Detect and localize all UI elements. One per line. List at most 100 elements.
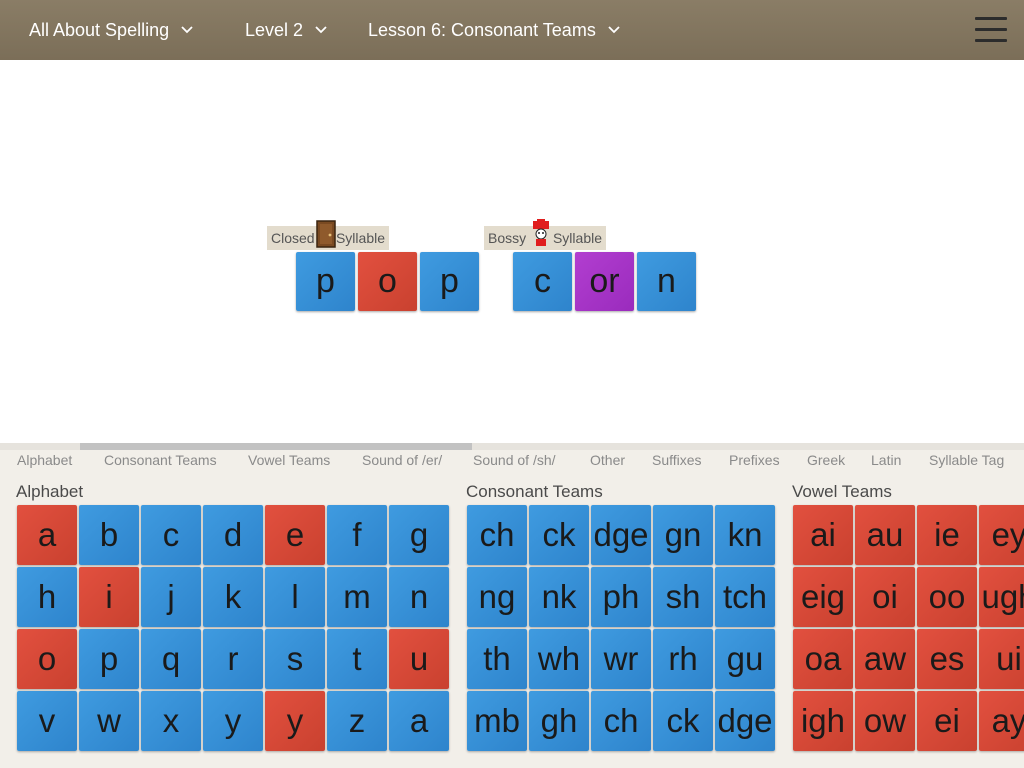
letter-tile-text: j [167, 578, 175, 615]
menu-icon[interactable] [975, 17, 1007, 43]
letter-tile[interactable]: f [327, 505, 387, 565]
consonant-team-tile[interactable]: nk [529, 567, 589, 627]
letter-tile[interactable]: b [79, 505, 139, 565]
letter-tile[interactable]: m [327, 567, 387, 627]
consonant-team-tile[interactable]: tch [715, 567, 775, 627]
horizontal-scrollbar[interactable] [0, 443, 1024, 450]
consonant-team-tile-text: ch [479, 516, 515, 553]
letter-tile[interactable]: l [265, 567, 325, 627]
letter-tile[interactable]: v [17, 691, 77, 751]
tab-vowel-teams[interactable]: Vowel Teams [248, 452, 330, 468]
consonant-team-tile[interactable]: gh [529, 691, 589, 751]
tab-syllable-tag[interactable]: Syllable Tag [929, 452, 1004, 468]
vowel-team-tile[interactable]: ay [979, 691, 1024, 751]
consonant-team-tile[interactable]: wh [529, 629, 589, 689]
vowel-team-tile[interactable]: ui [979, 629, 1024, 689]
tab-latin[interactable]: Latin [871, 452, 901, 468]
letter-tile[interactable]: q [141, 629, 201, 689]
word-tile[interactable]: c [513, 252, 572, 311]
vowel-team-tile[interactable]: ey [979, 505, 1024, 565]
consonant-team-tile[interactable]: gn [653, 505, 713, 565]
tab-consonant-teams[interactable]: Consonant Teams [104, 452, 217, 468]
vowel-team-tile[interactable]: igh [793, 691, 853, 751]
letter-tile[interactable]: g [389, 505, 449, 565]
word-tile[interactable]: o [358, 252, 417, 311]
letter-tile[interactable]: r [203, 629, 263, 689]
letter-tile[interactable]: n [389, 567, 449, 627]
word-tile[interactable]: p [420, 252, 479, 311]
consonant-team-tile[interactable]: kn [715, 505, 775, 565]
letter-tile-text: x [162, 702, 180, 739]
word-tile[interactable]: n [637, 252, 696, 311]
tab-greek[interactable]: Greek [807, 452, 845, 468]
tab-prefixes[interactable]: Prefixes [729, 452, 780, 468]
section-title-alphabet: Alphabet [16, 482, 84, 501]
word-tile[interactable]: p [296, 252, 355, 311]
letter-tile[interactable]: e [265, 505, 325, 565]
vowel-team-tile[interactable]: ai [793, 505, 853, 565]
letter-tile[interactable]: s [265, 629, 325, 689]
lesson-dropdown[interactable]: Lesson 6: Consonant Teams [368, 0, 622, 60]
level-dropdown[interactable]: Level 2 [245, 0, 329, 60]
letter-tile[interactable]: y [203, 691, 263, 751]
vowel-team-tile[interactable]: oi [855, 567, 915, 627]
letter-tile[interactable]: d [203, 505, 263, 565]
letter-tile[interactable]: z [327, 691, 387, 751]
letter-tile[interactable]: a [17, 505, 77, 565]
tab-other[interactable]: Other [590, 452, 625, 468]
tab-sound-of-sh[interactable]: Sound of /sh/ [473, 452, 556, 468]
consonant-team-tile[interactable]: sh [653, 567, 713, 627]
letter-tile[interactable]: h [17, 567, 77, 627]
consonant-team-tile[interactable]: mb [467, 691, 527, 751]
consonant-team-tile[interactable]: ch [467, 505, 527, 565]
letter-tile[interactable]: t [327, 629, 387, 689]
consonant-team-tile[interactable]: rh [653, 629, 713, 689]
syllable-tag-label: Bossy [488, 230, 527, 246]
vowel-team-tile[interactable]: ei [917, 691, 977, 751]
consonant-team-tile[interactable]: ng [467, 567, 527, 627]
program-label: All About Spelling [29, 19, 170, 40]
program-dropdown[interactable]: All About Spelling [29, 0, 195, 60]
tab-alphabet[interactable]: Alphabet [17, 452, 72, 468]
vowel-team-tile[interactable]: ugh [979, 567, 1024, 627]
scrollbar-thumb[interactable] [80, 443, 472, 450]
letter-tile[interactable]: k [203, 567, 263, 627]
letter-tile[interactable]: x [141, 691, 201, 751]
letter-tile[interactable]: w [79, 691, 139, 751]
vowel-team-tile[interactable]: oo [917, 567, 977, 627]
vowel-team-tile[interactable]: ie [917, 505, 977, 565]
consonant-team-tile[interactable]: ch [591, 691, 651, 751]
consonant-team-tile[interactable]: gu [715, 629, 775, 689]
vowel-team-tile-text: oo [928, 578, 966, 615]
letter-tile[interactable]: j [141, 567, 201, 627]
consonant-team-tile[interactable]: dge [715, 691, 775, 751]
consonant-team-tile-text: sh [665, 578, 701, 615]
vowel-team-tile[interactable]: au [855, 505, 915, 565]
letter-tile[interactable]: y [265, 691, 325, 751]
letter-tile[interactable]: a [389, 691, 449, 751]
letter-tile[interactable]: p [79, 629, 139, 689]
vowel-team-tile[interactable]: ow [855, 691, 915, 751]
letter-tile-text: w [97, 702, 121, 739]
consonant-team-tile[interactable]: ck [529, 505, 589, 565]
vowel-team-tile[interactable]: eig [793, 567, 853, 627]
vowel-team-tile[interactable]: oa [793, 629, 853, 689]
tab-sound-of-er[interactable]: Sound of /er/ [362, 452, 442, 468]
consonant-team-tile[interactable]: dge [591, 505, 651, 565]
vowel-team-tile[interactable]: aw [855, 629, 915, 689]
consonant-team-tile[interactable]: th [467, 629, 527, 689]
letter-tile[interactable]: o [17, 629, 77, 689]
vowel-team-tile[interactable]: es [917, 629, 977, 689]
word-tile[interactable]: or [575, 252, 634, 311]
consonant-team-tile[interactable]: ph [591, 567, 651, 627]
consonant-team-tile[interactable]: wr [591, 629, 651, 689]
letter-tile-text: a [37, 516, 57, 553]
letter-tile[interactable]: u [389, 629, 449, 689]
letter-tile[interactable]: i [79, 567, 139, 627]
letter-tile-text: f [352, 516, 362, 553]
tab-suffixes[interactable]: Suffixes [652, 452, 702, 468]
consonant-team-tile-text: tch [722, 578, 768, 615]
consonant-team-tile[interactable]: ck [653, 691, 713, 751]
chevron-down-icon [608, 26, 620, 34]
letter-tile[interactable]: c [141, 505, 201, 565]
